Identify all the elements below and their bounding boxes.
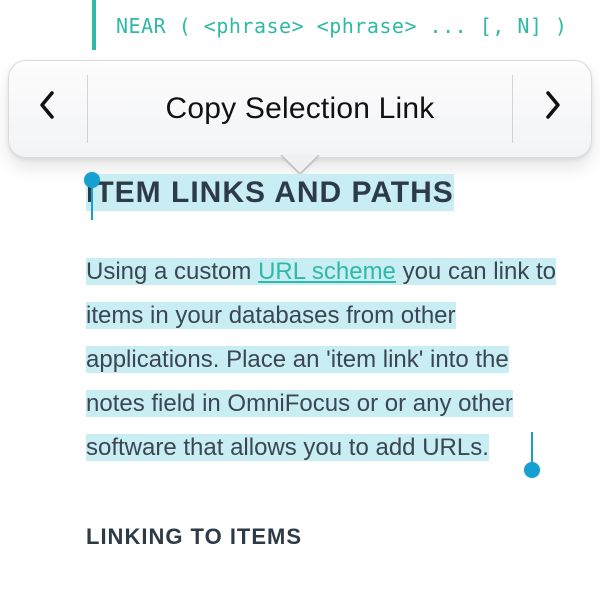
code-block-rule — [92, 0, 96, 50]
paragraph-seg2: you can link to items in your databases … — [86, 258, 556, 461]
paragraph-link-text: URL scheme — [258, 258, 396, 285]
popover-prev-button[interactable] — [9, 61, 87, 157]
selection-end-handle[interactable] — [524, 462, 540, 478]
selection-start-handle[interactable] — [84, 172, 100, 188]
code-block: NEAR ( <phrase> <phrase> ... [, N] ) — [86, 0, 580, 50]
code-line: NEAR ( <phrase> <phrase> ... [, N] ) — [86, 0, 580, 38]
popover-next-button[interactable] — [513, 61, 591, 157]
section-paragraph: Using a custom URL scheme you can link t… — [86, 250, 570, 470]
paragraph-seg1: Using a custom — [86, 258, 258, 285]
chevron-left-icon — [38, 88, 58, 131]
popover-action-label[interactable]: Copy Selection Link — [88, 61, 512, 157]
chevron-right-icon — [542, 88, 562, 131]
section-heading: ITEM LINKS AND PATHS — [86, 176, 454, 210]
selection-popover: Copy Selection Link — [8, 60, 592, 158]
content-area: ITEM LINKS AND PATHS Using a custom URL … — [86, 176, 570, 550]
url-scheme-link[interactable]: URL scheme — [258, 258, 396, 285]
subheading: LINKING TO ITEMS — [86, 524, 570, 550]
section-heading-text: ITEM LINKS AND PATHS — [86, 174, 454, 211]
